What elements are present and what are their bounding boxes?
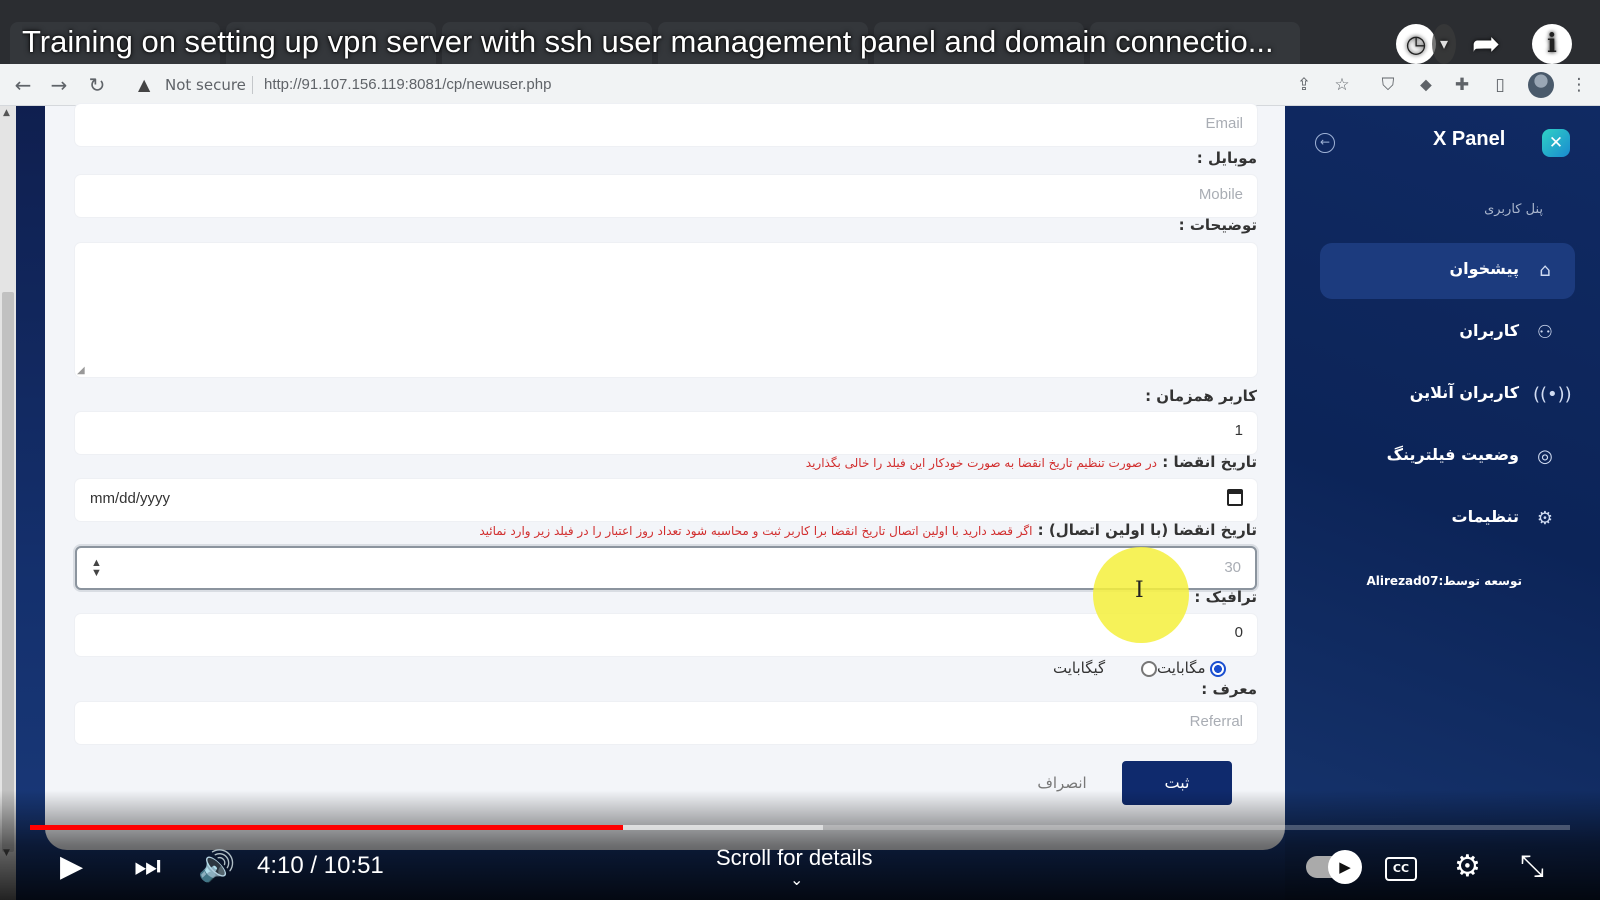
sidebar-item-label: وضعیت فیلترینگ — [1386, 445, 1519, 464]
validity-days-field[interactable]: ▲ ▼ 30 — [75, 546, 1257, 590]
settings-gear-icon[interactable]: ⚙ — [1454, 850, 1481, 884]
validity-days-placeholder: 30 — [1224, 559, 1241, 576]
sidebar-item-online-users[interactable]: ((•)) کاربران آنلاین — [1320, 367, 1575, 423]
share-icon[interactable]: ➦ — [1466, 24, 1506, 64]
referral-label: معرف : — [1201, 680, 1257, 698]
chevron-down-icon[interactable]: ⌄ — [790, 870, 803, 889]
traffic-field[interactable]: 0 — [75, 614, 1257, 656]
unit-gigabyte-label: گیگابایت — [1053, 659, 1106, 677]
brand-name: X Panel — [1433, 128, 1506, 150]
sidebar: ← X Panel ✕ پنل کاربری ⌂ پیشخوان ⚇ کاربر… — [1285, 106, 1600, 900]
sidebar-item-label: کاربران — [1459, 321, 1519, 340]
sidebar-item-settings[interactable]: ⚙ تنظیمات — [1320, 491, 1575, 547]
text-cursor-icon: I — [1135, 578, 1144, 603]
xpanel-page: ▲ ▼ Email موبایل : Mobile توضیحات : ◢ کا… — [0, 104, 1600, 900]
shield-extension-icon[interactable]: ⛉ — [1376, 73, 1400, 97]
sidebar-item-dashboard[interactable]: ⌂ پیشخوان — [1320, 243, 1575, 299]
collapse-sidebar-icon[interactable]: ← — [1315, 133, 1335, 153]
mobile-placeholder: Mobile — [1198, 186, 1243, 203]
extensions-puzzle-icon[interactable]: ✚ — [1450, 73, 1474, 97]
new-user-form: Email موبایل : Mobile توضیحات : ◢ کاربر … — [45, 104, 1285, 850]
security-status: Not secure — [165, 76, 246, 94]
mobile-label: موبایل : — [1196, 149, 1257, 167]
info-icon[interactable]: i — [1532, 24, 1572, 64]
unit-gigabyte-radio[interactable]: گیگابایت — [1053, 659, 1157, 677]
users-icon: ⚇ — [1536, 322, 1554, 343]
kebab-menu-icon[interactable]: ⋮ — [1567, 73, 1591, 97]
play-icon[interactable]: ▶ — [60, 850, 83, 884]
expiry-date-hint: در صورت تنظیم تاریخ انقضا به صورت خودکار… — [805, 456, 1157, 470]
location-extension-icon[interactable]: ⬥ — [1414, 73, 1438, 97]
first-connection-expiry-label-text: تاریخ انقضا (با اولین اتصال) : — [1037, 521, 1257, 539]
exit-fullscreen-icon[interactable]: ⤡ — [1520, 850, 1544, 884]
traffic-value: 0 — [1234, 624, 1243, 641]
browser-toolbar: ← → ↻ ▲ Not secure http://91.107.156.119… — [0, 64, 1600, 106]
description-label: توضیحات : — [1178, 216, 1257, 234]
brand-logo-icon: ✕ — [1542, 129, 1570, 157]
sidebar-item-label: کاربران آنلاین — [1409, 383, 1519, 402]
scroll-for-details[interactable]: Scroll for details — [716, 845, 873, 871]
side-panel-icon[interactable]: ▯ — [1488, 73, 1512, 97]
radio-selected-icon[interactable] — [1210, 660, 1227, 677]
reload-icon[interactable]: ↻ — [84, 72, 110, 98]
next-video-icon[interactable]: ⏭ — [134, 850, 161, 884]
home-icon: ⌂ — [1539, 260, 1551, 281]
sidebar-item-filtering-status[interactable]: ◎ وضعیت فیلترینگ — [1320, 429, 1575, 485]
autoplay-toggle[interactable]: ▶ — [1306, 850, 1362, 884]
time-display: 4:10 / 10:51 — [257, 852, 384, 879]
concurrent-users-field[interactable]: 1 — [75, 412, 1257, 454]
bookmark-star-icon[interactable]: ☆ — [1330, 73, 1354, 97]
scroll-thumb[interactable] — [2, 292, 14, 852]
sidebar-item-label: تنظیمات — [1451, 507, 1519, 526]
profile-avatar[interactable] — [1528, 72, 1554, 98]
resize-grip-icon[interactable]: ◢ — [77, 365, 85, 376]
calendar-icon[interactable] — [1227, 489, 1243, 506]
url-text[interactable]: http://91.107.156.119:8081/cp/newuser.ph… — [264, 76, 551, 93]
mobile-field[interactable]: Mobile — [75, 175, 1257, 217]
screen: ← → ↻ ▲ Not secure http://91.107.156.119… — [0, 0, 1600, 900]
target-icon: ◎ — [1537, 446, 1553, 467]
captions-icon[interactable]: CC — [1385, 857, 1417, 881]
progress-bar[interactable] — [30, 825, 1570, 830]
unit-megabyte-radio[interactable]: مگابایت — [1157, 659, 1227, 677]
concurrent-users-label: کاربر همزمان : — [1145, 387, 1257, 405]
gear-icon: ⚙ — [1536, 508, 1554, 529]
sidebar-item-users[interactable]: ⚇ کاربران — [1320, 305, 1575, 361]
chevron-down-icon[interactable]: ▾ — [1432, 24, 1456, 64]
unit-megabyte-label: مگابایت — [1157, 659, 1206, 677]
concurrent-users-value: 1 — [1234, 422, 1243, 439]
radio-empty-icon[interactable] — [1140, 660, 1157, 677]
video-title[interactable]: Training on setting up vpn server with s… — [22, 24, 1382, 60]
number-spinner-icon[interactable]: ▲ ▼ — [91, 558, 102, 579]
expiry-date-label: تاریخ انقضا : در صورت تنظیم تاریخ انقضا … — [806, 453, 1257, 471]
description-textarea[interactable]: ◢ — [75, 243, 1257, 377]
forward-icon[interactable]: → — [46, 72, 72, 98]
divider — [252, 76, 253, 94]
traffic-label: ترافیک : — [1194, 588, 1257, 606]
email-field[interactable]: Email — [75, 104, 1257, 146]
broadcast-icon: ((•)) — [1533, 384, 1572, 405]
expiry-date-field[interactable]: mm/dd/yyyy — [75, 479, 1257, 521]
date-placeholder: mm/dd/yyyy — [90, 490, 171, 507]
share-page-icon[interactable]: ⇪ — [1292, 73, 1316, 97]
page-scrollbar[interactable]: ▲ ▼ — [0, 106, 16, 900]
scroll-up-icon[interactable]: ▲ — [3, 108, 10, 118]
referral-field[interactable]: Referral — [75, 702, 1257, 744]
referral-placeholder: Referral — [1189, 713, 1243, 730]
first-connection-expiry-label: تاریخ انقضا (با اولین اتصال) : اگر قصد د… — [479, 521, 1257, 539]
back-icon[interactable]: ← — [10, 72, 36, 98]
expiry-date-label-text: تاریخ انقضا : — [1162, 453, 1257, 471]
sidebar-item-label: پیشخوان — [1449, 259, 1519, 278]
first-connection-expiry-hint: اگر قصد دارید با اولین اتصال تاریخ انقضا… — [479, 524, 1033, 538]
section-label: پنل کاربری — [1484, 202, 1543, 217]
volume-icon[interactable]: 🔊 — [198, 850, 235, 884]
autoplay-play-icon: ▶ — [1328, 850, 1362, 884]
address-bar[interactable]: ▲ Not secure http://91.107.156.119:8081/… — [128, 69, 1268, 101]
developer-credit: توسعه توسط:Alirezad07 — [1366, 574, 1523, 588]
progress-played — [30, 825, 623, 830]
warning-icon: ▲ — [138, 75, 151, 94]
email-placeholder: Email — [1205, 115, 1243, 132]
watch-later-icon[interactable]: ◷ — [1396, 24, 1436, 64]
